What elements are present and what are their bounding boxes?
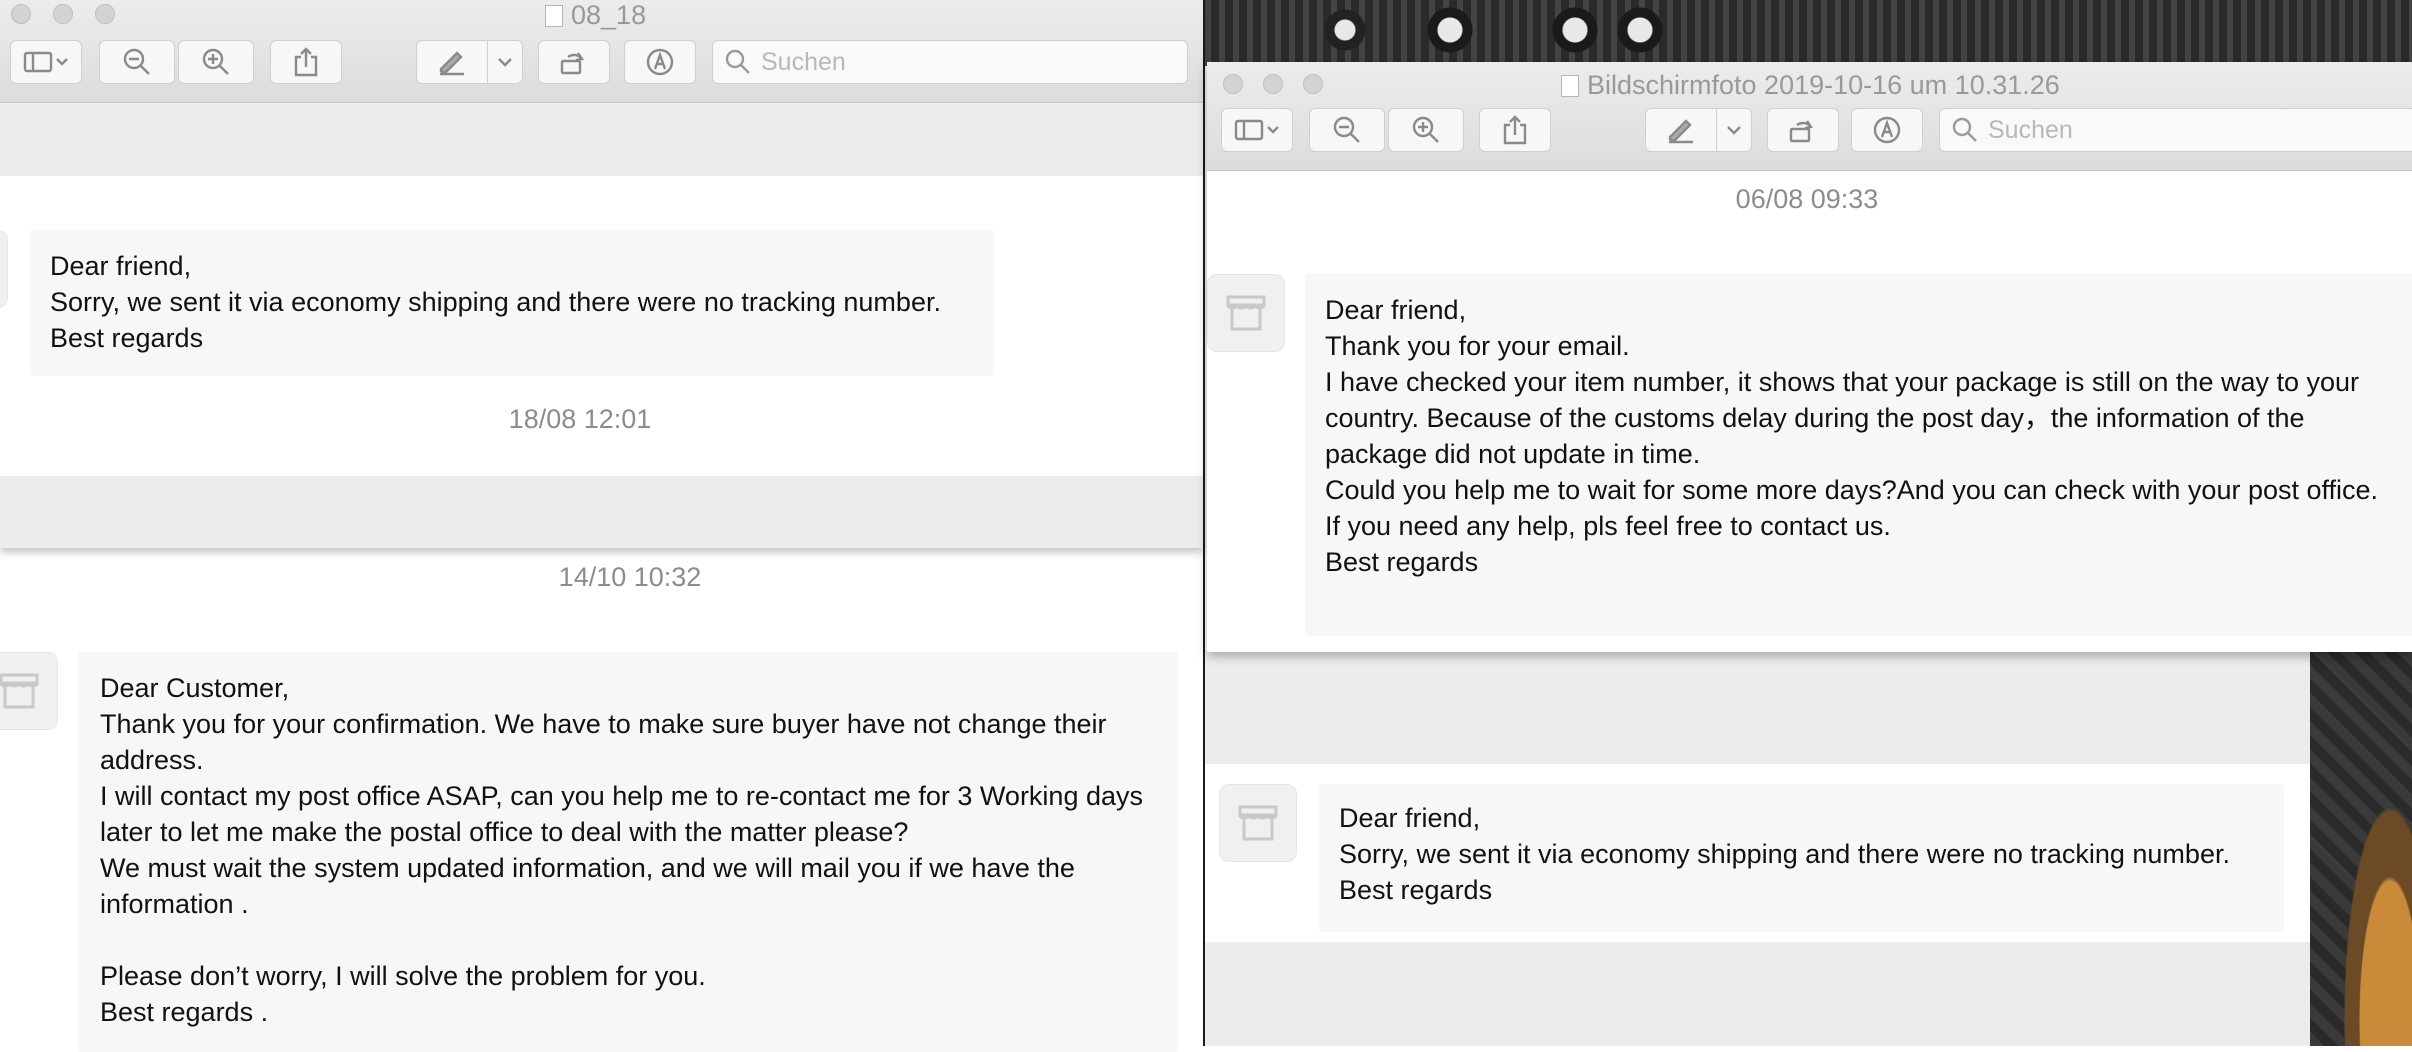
- zoom-in-icon: [1412, 116, 1439, 143]
- rotate-icon: [560, 52, 585, 75]
- zoom-in-button[interactable]: [1388, 108, 1464, 152]
- markup-pen-button[interactable]: [416, 40, 488, 84]
- message-bubble: Dear friend, Sorry, we sent it via econo…: [30, 230, 994, 376]
- page-gray-top: [0, 103, 1203, 176]
- shop-avatar[interactable]: [1207, 274, 1285, 352]
- share-button[interactable]: [270, 40, 342, 84]
- sidebar-button[interactable]: [1221, 108, 1293, 152]
- timestamp: 18/08 12:01: [508, 404, 652, 434]
- background-document-right: Dear friend, Sorry, we sent it via econo…: [1205, 650, 2310, 1046]
- markup-pen-button[interactable]: [1645, 108, 1717, 152]
- shop-avatar[interactable]: [0, 652, 58, 730]
- search-field[interactable]: [1939, 108, 2412, 152]
- screen-divider: [1203, 0, 1205, 1046]
- message-bubble: Dear friend, Thank you for your email. I…: [1305, 274, 2412, 636]
- zoom-in-icon: [202, 48, 229, 75]
- annotate-icon: [1873, 116, 1901, 144]
- store-icon: [1238, 805, 1278, 841]
- annotate-button[interactable]: [1851, 108, 1923, 152]
- titlebar: Bildschirmfoto 2019-10-16 um 10.31.26: [1207, 62, 2412, 171]
- store-icon: [1226, 295, 1266, 331]
- share-icon: [1503, 115, 1527, 145]
- annotate-button[interactable]: [624, 40, 696, 84]
- rotate-icon: [1789, 120, 1814, 143]
- zoom-out-button[interactable]: [1309, 108, 1385, 152]
- sidebar-icon: [23, 51, 68, 73]
- close-button[interactable]: [1223, 74, 1243, 94]
- markup-pen-icon: [439, 51, 464, 76]
- minimize-button[interactable]: [53, 4, 73, 24]
- timestamp: 14/10 10:32: [558, 562, 702, 592]
- background-document-left: 14/10 10:32 Dear Customer, Thank you for…: [0, 548, 1203, 1052]
- share-button[interactable]: [1479, 108, 1551, 152]
- sidebar-icon: [1234, 119, 1279, 141]
- shop-avatar[interactable]: [1219, 784, 1297, 862]
- zoom-button[interactable]: [95, 4, 115, 24]
- markup-dropdown-button[interactable]: [1716, 108, 1752, 152]
- desktop-photo-right: [2310, 650, 2412, 1046]
- page-gray-bottom: [0, 476, 1203, 548]
- minimize-button[interactable]: [1263, 74, 1283, 94]
- shop-avatar[interactable]: [0, 230, 8, 308]
- message-bubble: Dear Customer, Thank you for your confir…: [78, 652, 1178, 1052]
- timestamp: 06/08 09:33: [1735, 184, 1879, 214]
- sidebar-button[interactable]: [10, 40, 82, 84]
- window-title: Bildschirmfoto 2019-10-16 um 10.31.26: [1561, 70, 2060, 101]
- search-input[interactable]: [1986, 114, 2358, 146]
- search-field[interactable]: [712, 40, 1188, 84]
- markup-dropdown-button[interactable]: [487, 40, 523, 84]
- window-title-text: Bildschirmfoto 2019-10-16 um 10.31.26: [1587, 70, 2060, 100]
- zoom-in-button[interactable]: [178, 40, 254, 84]
- zoom-button[interactable]: [1303, 74, 1323, 94]
- rotate-button[interactable]: [1767, 108, 1839, 152]
- annotate-icon: [646, 48, 674, 76]
- chevron-down-icon: [1727, 126, 1741, 135]
- zoom-out-icon: [123, 48, 150, 75]
- titlebar: 08_18: [0, 0, 1203, 103]
- window-title-text: 08_18: [571, 0, 647, 30]
- markup-pen-icon: [1668, 119, 1693, 144]
- search-icon: [1952, 117, 1977, 142]
- preview-window-left: 08_18 Dear fri: [0, 0, 1203, 548]
- document-icon: [545, 5, 563, 27]
- window-title: 08_18: [545, 0, 646, 31]
- document-icon: [1561, 75, 1579, 97]
- search-input[interactable]: [759, 46, 1133, 78]
- rotate-button[interactable]: [538, 40, 610, 84]
- chevron-down-icon: [498, 58, 512, 67]
- message-bubble: Dear friend, Sorry, we sent it via econo…: [1319, 784, 2284, 932]
- zoom-out-icon: [1333, 116, 1360, 143]
- share-icon: [294, 47, 318, 77]
- close-button[interactable]: [11, 4, 31, 24]
- search-icon: [725, 49, 750, 74]
- zoom-out-button[interactable]: [99, 40, 175, 84]
- store-icon: [0, 673, 39, 709]
- preview-window-right: Bildschirmfoto 2019-10-16 um 10.31.26 Su…: [1207, 62, 2412, 652]
- desktop-photo-top: [1205, 0, 2412, 66]
